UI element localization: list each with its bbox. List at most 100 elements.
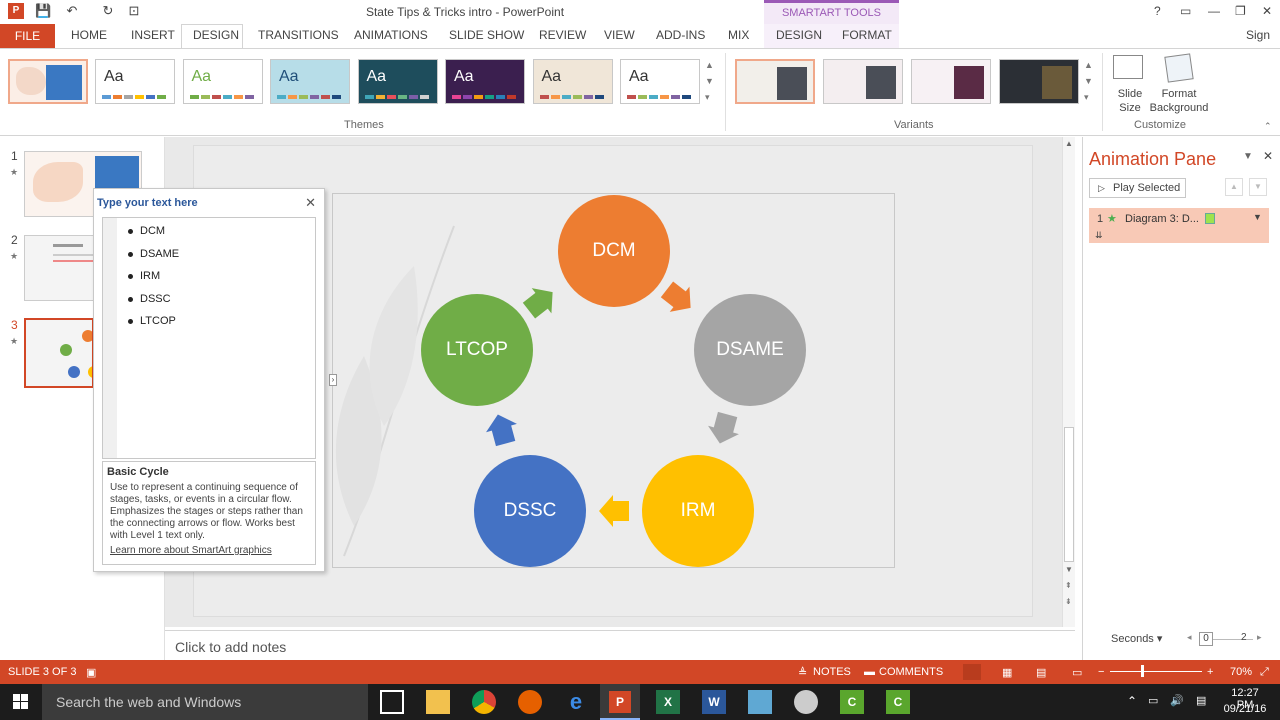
timeline-left-icon[interactable]: ◂ [1187,632,1192,643]
tab-insert[interactable]: INSERT [131,28,175,42]
close-icon[interactable]: ✕ [1262,4,1272,18]
notes-icon[interactable]: ≜ [798,666,807,679]
move-down-icon[interactable]: ▼ [1249,178,1267,196]
theme-option[interactable]: Aa [445,59,525,104]
node-dsame[interactable]: DSAME [694,294,806,406]
camtasia-icon[interactable]: C [840,690,864,714]
tab-design[interactable]: DESIGN [193,28,239,42]
tab-transitions[interactable]: TRANSITIONS [258,28,339,42]
taskbar-search-input[interactable]: Search the web and Windows [42,684,368,720]
normal-view-icon[interactable] [963,664,981,680]
firefox-icon[interactable] [518,690,542,714]
tab-review[interactable]: REVIEW [539,28,586,42]
notes-area[interactable]: Click to add notes [165,630,1075,660]
comments-button[interactable]: COMMENTS [879,666,943,678]
theme-option[interactable]: Aa [270,59,350,104]
zoom-slider[interactable] [1110,671,1202,672]
move-up-icon[interactable]: ▲ [1225,178,1243,196]
tray-expand-icon[interactable]: ⌃ [1127,694,1137,708]
list-item[interactable]: DCM [128,224,179,247]
zoom-in-icon[interactable]: + [1207,666,1213,678]
powerpoint-taskbar-active[interactable]: P [600,684,640,720]
slide-thumbnail-3[interactable] [24,318,94,388]
maximize-icon[interactable]: ❐ [1235,4,1246,18]
help-icon[interactable]: ? [1154,4,1161,18]
battery-icon[interactable]: ▭ [1148,694,1158,707]
ribbon-display-icon[interactable]: ▭ [1180,4,1191,18]
list-item[interactable]: IRM [128,269,179,292]
node-ltcop[interactable]: LTCOP [421,294,533,406]
tab-slide-show[interactable]: SLIDE SHOW [449,28,524,42]
windows-start-icon[interactable] [13,694,29,710]
expand-icon[interactable]: ⇊ [1095,230,1103,241]
volume-icon[interactable]: 🔊 [1170,694,1184,707]
theme-option[interactable]: Aa [182,59,263,104]
seconds-dropdown[interactable]: Seconds ▾ [1111,632,1162,645]
theme-option[interactable]: Aa [95,59,175,104]
variant-option[interactable] [999,59,1079,104]
slide-size-icon[interactable] [1113,55,1143,79]
node-dcm[interactable]: DCM [558,195,670,307]
tab-smartart-design[interactable]: DESIGN [776,28,822,42]
list-item[interactable]: DSSC [128,292,179,315]
play-selected-button[interactable]: ▷ Play Selected [1089,178,1186,198]
edge-icon[interactable]: e [564,690,588,714]
tab-animations[interactable]: ANIMATIONS [354,28,428,42]
app-icon[interactable] [794,690,818,714]
zoom-level[interactable]: 70% [1230,666,1252,678]
comments-icon[interactable]: ▬ [864,666,875,678]
app-icon[interactable] [748,690,772,714]
timeline-right-icon[interactable]: ▸ [1257,632,1262,643]
node-dssc[interactable]: DSSC [474,455,586,567]
tab-add-ins[interactable]: ADD-INS [656,28,705,42]
pane-options-icon[interactable]: ▼ [1243,151,1253,162]
camtasia-recorder-icon[interactable]: C [886,690,910,714]
excel-icon[interactable]: X [656,690,680,714]
zoom-out-icon[interactable]: − [1098,666,1104,678]
learn-more-link[interactable]: Learn more about SmartArt graphics [107,545,311,556]
theme-option[interactable]: Aa [357,59,438,104]
notes-button[interactable]: NOTES [813,666,851,678]
spell-check-icon[interactable]: ▣ [86,666,96,679]
chrome-icon[interactable] [472,690,496,714]
file-explorer-icon[interactable] [426,690,450,714]
edit-scrollbar[interactable]: ▲ ▼ ⇞ ⇟ [1062,137,1075,627]
notifications-icon[interactable]: ▤ [1196,694,1206,707]
item-dropdown-icon[interactable]: ▼ [1253,212,1262,222]
text-pane-list[interactable]: DCM DSAME IRM DSSC LTCOP [102,217,316,459]
tab-file[interactable]: FILE [0,24,55,48]
slideshow-icon[interactable]: ▭ [1072,666,1082,679]
list-item[interactable]: LTCOP [128,314,179,337]
variant-option[interactable] [735,59,815,104]
variant-option[interactable] [911,59,991,104]
tab-home[interactable]: HOME [71,28,107,42]
fit-to-window-icon[interactable]: ⤢ [1260,666,1269,679]
text-pane-toggle-icon[interactable]: › [329,374,337,386]
collapse-ribbon-icon[interactable]: ⌃ [1264,121,1272,132]
task-view-icon[interactable] [380,690,404,714]
tab-view[interactable]: VIEW [604,28,635,42]
tab-mix[interactable]: MIX [728,28,749,42]
theme-current[interactable] [8,59,88,104]
format-background-icon[interactable] [1164,53,1194,83]
close-icon[interactable]: ✕ [1263,149,1273,163]
format-background-button[interactable]: Format Background [1146,87,1212,115]
slide-size-button[interactable]: Slide Size [1110,87,1150,115]
animation-list-item[interactable]: 1 ★ Diagram 3: D... ▼ ⇊ [1089,208,1269,243]
tab-smartart-format[interactable]: FORMAT [842,28,892,42]
list-item[interactable]: DSAME [128,247,179,270]
theme-option[interactable]: Aa [532,59,613,104]
themes-scroll-icon[interactable]: ▲ ▼ ▾ [705,57,714,105]
variants-scroll-icon[interactable]: ▲ ▼ ▾ [1084,57,1093,105]
minimize-icon[interactable]: — [1208,4,1220,18]
node-irm[interactable]: IRM [642,455,754,567]
clock-date[interactable]: 09/21/16 [1222,703,1268,715]
zoom-thumb[interactable] [1141,665,1144,677]
close-icon[interactable]: ✕ [305,195,316,211]
slide-sorter-icon[interactable]: ▦ [1002,666,1012,679]
theme-option[interactable]: Aa [620,59,700,104]
reading-view-icon[interactable]: ▤ [1036,666,1046,679]
variant-option[interactable] [823,59,903,104]
sign-in-link[interactable]: Sign [1246,28,1270,42]
word-icon[interactable]: W [702,690,726,714]
